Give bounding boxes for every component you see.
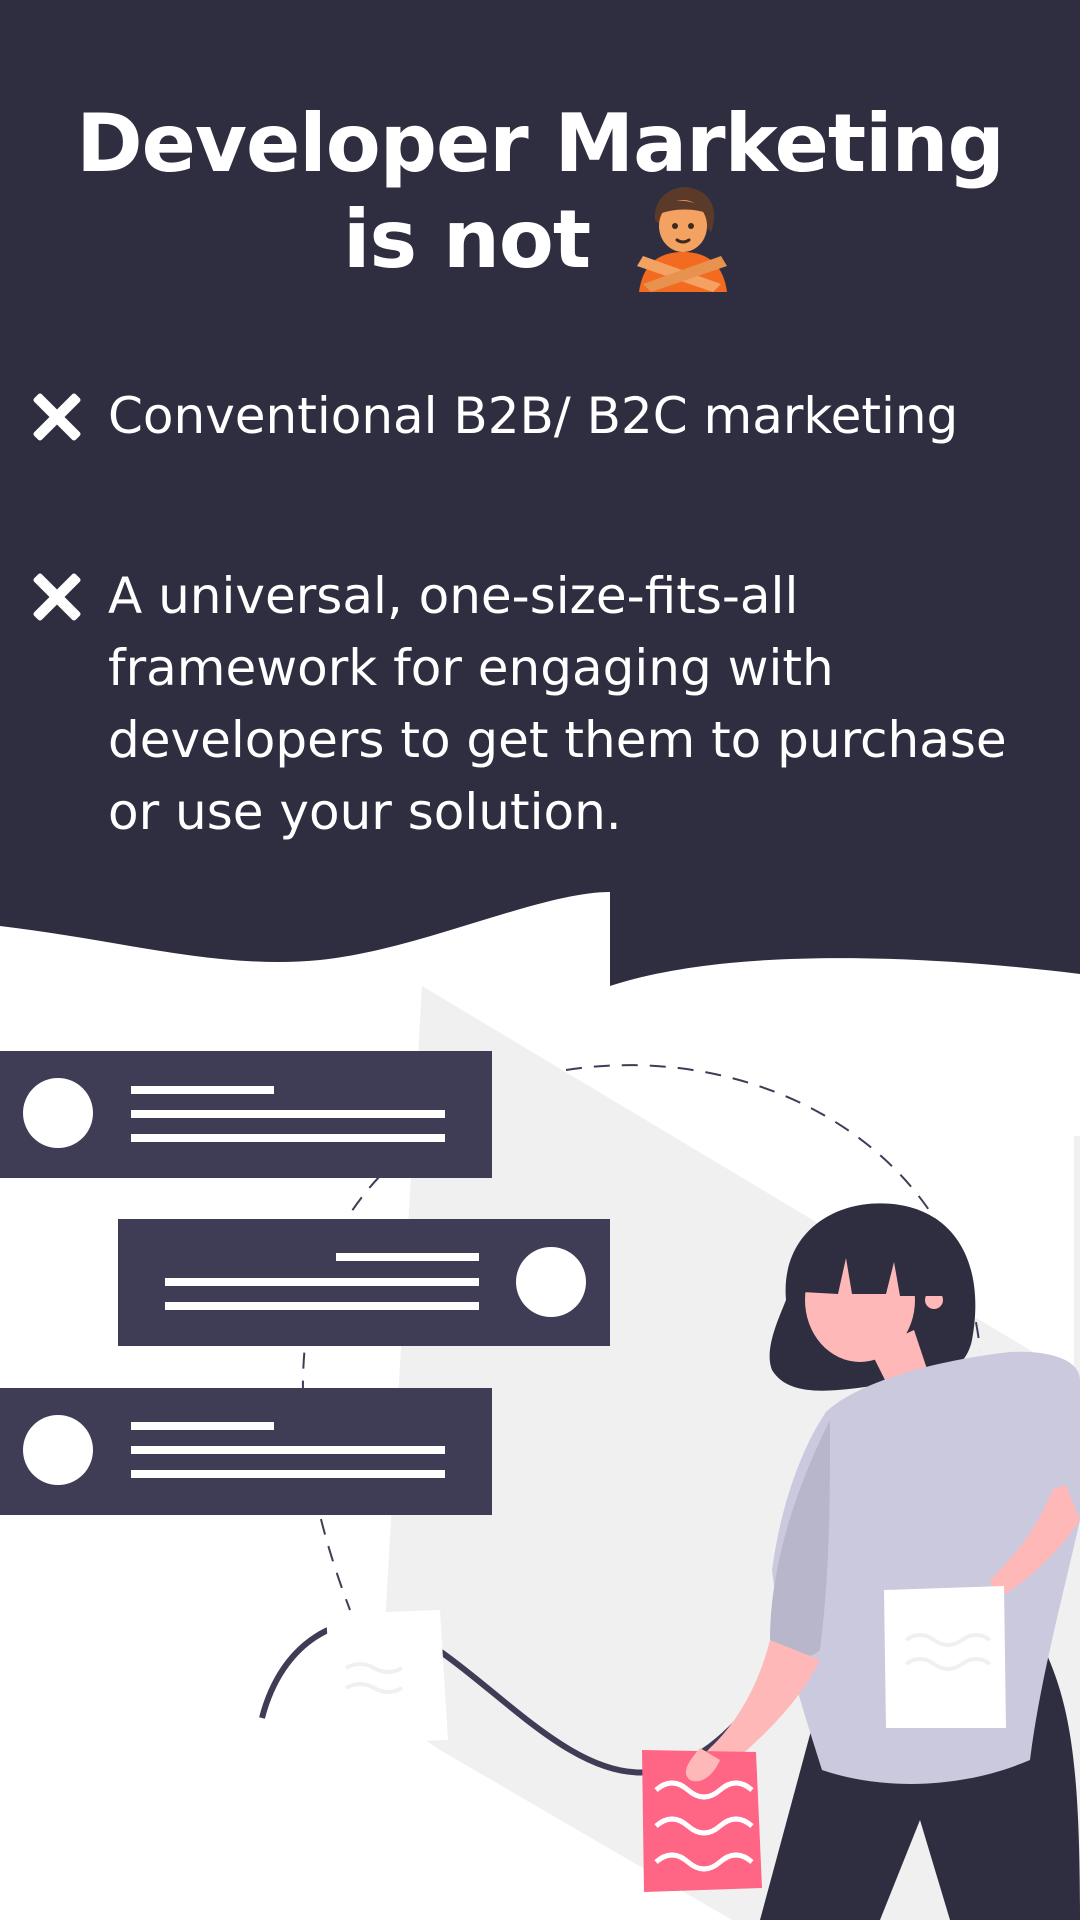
message-card xyxy=(0,1388,492,1515)
list-item-text: A universal, one-size-fits-all framework… xyxy=(108,567,1007,841)
x-mark-icon xyxy=(33,393,81,441)
paper-note xyxy=(326,1610,448,1744)
x-mark-icon xyxy=(33,573,81,621)
paper-note xyxy=(884,1586,1006,1728)
list-item: A universal, one-size-fits-all framework… xyxy=(30,560,1060,848)
title-text: Developer Marketing is not xyxy=(76,97,1005,286)
list-item-text: Conventional B2B/ B2C marketing xyxy=(108,387,959,445)
person-gesturing-no-emoji xyxy=(636,187,727,293)
message-card xyxy=(118,1219,610,1346)
list-item: Conventional B2B/ B2C marketing xyxy=(30,380,1060,452)
message-card xyxy=(0,1051,492,1178)
hero-illustration xyxy=(0,986,1080,1920)
page-title: Developer Marketing is not xyxy=(40,96,1040,293)
